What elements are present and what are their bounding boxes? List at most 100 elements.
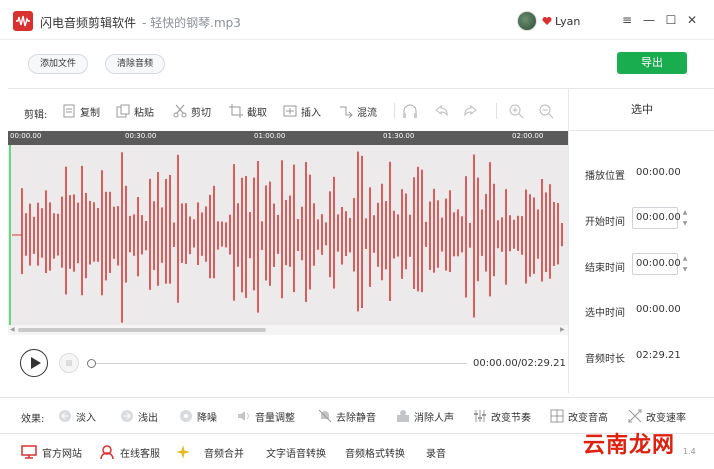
duration-value: 02:29.21 (636, 350, 681, 361)
duration-label: 音频时长 (585, 354, 625, 365)
redo-icon[interactable] (463, 103, 479, 119)
toolbar-label: 剪辑: (24, 110, 48, 121)
cut-label: 剪切 (191, 107, 211, 119)
fade-in-icon (59, 410, 71, 422)
stepper-down-icon[interactable]: ▼ (680, 218, 690, 229)
selected-time-value: 00:00.00 (636, 304, 681, 315)
support-label: 在线客服 (120, 448, 160, 460)
play-position-value: 00:00.00 (636, 167, 681, 178)
horizontal-scrollbar[interactable]: ◀ ▶ (8, 325, 568, 335)
website-link[interactable]: 官方网站 (21, 444, 82, 460)
fade-out-button[interactable]: 浅出 (120, 408, 158, 424)
selected-time-label: 选中时间 (585, 308, 625, 319)
stepper-up-icon[interactable]: ▲ (680, 253, 690, 264)
username[interactable]: Lyan (555, 15, 580, 28)
change-speed-label: 改变速率 (646, 412, 686, 424)
stop-button[interactable] (59, 353, 79, 373)
tts-link[interactable]: 文字语音转换 (266, 444, 326, 460)
denoise-icon (180, 410, 192, 422)
timeline-ruler[interactable]: 00:00.00 00:30.00 01:00.00 01:30.00 02:0… (8, 131, 568, 145)
merge-label: 音频合并 (204, 448, 244, 460)
maximize-button[interactable]: ☐ (663, 12, 679, 28)
selection-panel: 选中 播放位置 00:00.00 开始时间 00:00.00 ▲ ▼ 结束时间 0… (568, 88, 714, 393)
add-file-button[interactable]: 添加文件 (28, 54, 89, 74)
end-time-input[interactable]: 00:00.00 (632, 253, 681, 275)
denoise-label: 降噪 (197, 412, 217, 424)
volume-icon (238, 411, 249, 421)
stepper-up-icon[interactable]: ▲ (680, 207, 690, 218)
insert-label: 插入 (301, 107, 321, 119)
support-agent-icon (100, 445, 114, 460)
change-pitch-button[interactable]: 改变音高 (550, 408, 608, 424)
close-button[interactable]: ✕ (684, 12, 700, 28)
waveform (9, 145, 563, 325)
zoom-in-icon[interactable] (508, 103, 524, 119)
tempo-icon (474, 410, 486, 422)
paste-icon (116, 104, 130, 118)
fade-out-label: 浅出 (138, 412, 158, 424)
record-link[interactable]: 录音 (426, 444, 446, 460)
stepper-down-icon[interactable]: ▼ (680, 264, 690, 275)
undo-icon[interactable] (433, 103, 449, 119)
play-button[interactable] (20, 349, 48, 377)
file-title: - 轻快的钢琴.mp3 (142, 16, 241, 30)
play-position-label: 播放位置 (585, 171, 625, 182)
ruler-mark: 00:30.00 (125, 132, 157, 140)
paste-label: 粘贴 (134, 107, 154, 119)
menu-icon[interactable]: ≡ (619, 12, 635, 28)
paste-button[interactable]: 粘贴 (116, 103, 154, 119)
format-convert-link[interactable]: 音频格式转换 (345, 444, 405, 460)
insert-icon (283, 105, 297, 117)
waveform-area[interactable] (8, 145, 568, 325)
remove-silence-button[interactable]: 去除静音 (318, 408, 376, 424)
crop-button[interactable]: 截取 (229, 103, 267, 119)
fade-in-button[interactable]: 淡入 (58, 408, 96, 424)
progress-track[interactable] (91, 363, 467, 364)
denoise-button[interactable]: 降噪 (179, 408, 217, 424)
remove-vocal-button[interactable]: 消除人声 (396, 408, 454, 424)
change-pitch-label: 改变音高 (568, 412, 608, 424)
ruler-mark: 00:00.00 (10, 132, 42, 140)
export-button[interactable]: 导出 (617, 52, 687, 74)
merge-link[interactable]: 音频合并 (175, 444, 244, 460)
copy-icon (63, 104, 75, 118)
cut-button[interactable]: 剪切 (173, 103, 211, 119)
mute-icon (318, 409, 332, 423)
fade-out-icon (121, 410, 133, 422)
support-link[interactable]: 在线客服 (99, 444, 160, 460)
insert-button[interactable]: 插入 (283, 103, 321, 119)
merge-sparkle-icon (176, 445, 190, 459)
pitch-icon (550, 409, 564, 423)
scroll-thumb[interactable] (18, 328, 266, 332)
progress-knob[interactable] (87, 359, 96, 368)
zoom-out-icon[interactable] (538, 103, 554, 119)
edit-toolbar: 剪辑: 复制 粘贴 剪切 截取 插入 混流 (8, 89, 568, 131)
scroll-right-icon[interactable]: ▶ (560, 325, 565, 335)
toolbar-divider (496, 103, 497, 119)
monitor-icon (21, 445, 37, 459)
app-logo-icon (13, 11, 33, 31)
minimize-button[interactable]: — (641, 12, 657, 28)
scroll-left-icon[interactable]: ◀ (10, 325, 15, 335)
change-speed-button[interactable]: 改变速率 (628, 408, 686, 424)
user-avatar[interactable] (517, 11, 537, 31)
start-time-stepper[interactable]: ▲ ▼ (680, 207, 690, 229)
copy-button[interactable]: 复制 (62, 103, 100, 119)
mix-button[interactable]: 混流 (339, 103, 377, 119)
website-label: 官方网站 (42, 448, 82, 460)
title-bar: 闪电音频剪辑软件 - 轻快的钢琴.mp3 Lyan ≡ — ☐ ✕ (0, 0, 714, 40)
effects-label: 效果: (21, 414, 45, 425)
headphones-icon[interactable] (402, 103, 418, 119)
crop-icon (229, 104, 243, 118)
ruler-mark: 02:00.00 (512, 132, 544, 140)
end-time-stepper[interactable]: ▲ ▼ (680, 253, 690, 275)
toolbar-divider (394, 103, 395, 119)
mix-label: 混流 (357, 107, 377, 119)
volume-button[interactable]: 音量调整 (237, 408, 295, 424)
mix-icon (340, 106, 353, 118)
remove-silence-label: 去除静音 (336, 412, 376, 424)
change-tempo-button[interactable]: 改变节奏 (473, 408, 531, 424)
start-time-input[interactable]: 00:00.00 (632, 207, 681, 229)
clear-audio-button[interactable]: 清除音频 (105, 54, 166, 74)
volume-label: 音量调整 (255, 412, 295, 424)
